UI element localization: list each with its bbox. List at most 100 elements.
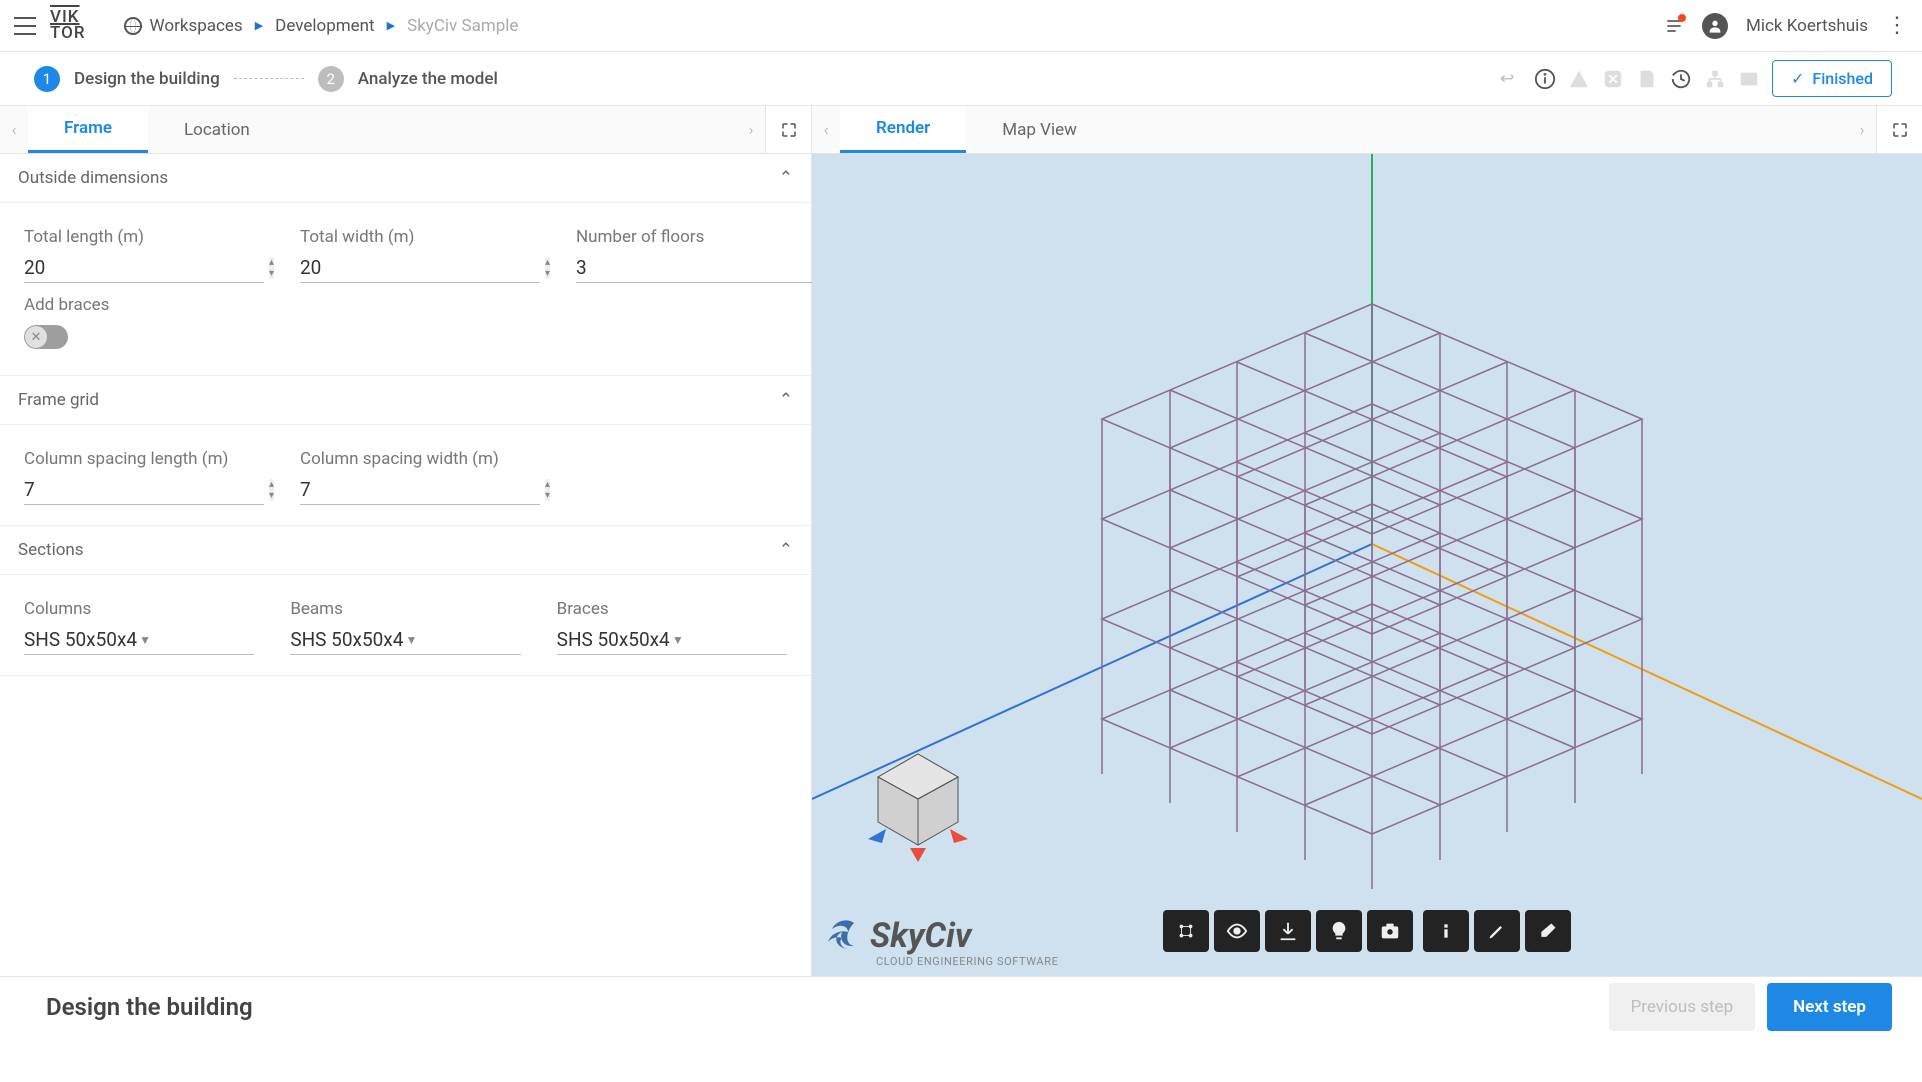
error-icon[interactable] [1602, 68, 1624, 90]
num-floors-field: Number of floors ▴▾ [576, 227, 816, 283]
total-width-input[interactable]: ▴▾ [300, 253, 540, 283]
column-spacing-width-input[interactable]: ▴▾ [300, 475, 540, 505]
column-spacing-length-input[interactable]: ▴▾ [24, 475, 264, 505]
page-title: Design the building [46, 993, 253, 1021]
canvas-toolbar [1163, 910, 1571, 952]
step-1-badge[interactable]: 1 [34, 66, 60, 92]
column-spacing-width-field: Column spacing width (m) ▴▾ [300, 449, 540, 505]
visibility-button[interactable] [1214, 910, 1260, 952]
spinner-icon[interactable]: ▴▾ [269, 257, 274, 279]
breadcrumb-sample[interactable]: SkyCiv Sample [407, 16, 518, 36]
spinner-icon[interactable]: ▴▾ [545, 479, 550, 501]
topbar: VIKTOR Workspaces ▶ Development ▶ SkyCiv… [0, 0, 1922, 52]
tab-prev-icon[interactable]: ‹ [812, 106, 840, 153]
chevron-up-icon: ⌃ [779, 390, 793, 410]
skyciv-tagline: CLOUD ENGINEERING SOFTWARE [876, 955, 1058, 968]
tab-next-icon[interactable]: › [1848, 106, 1876, 153]
erase-button[interactable] [1525, 910, 1571, 952]
warning-icon[interactable] [1568, 68, 1590, 90]
caret-down-icon: ▼ [139, 633, 254, 647]
tab-next-icon[interactable]: › [737, 106, 765, 153]
braces-select[interactable]: SHS 50x50x4▼ [557, 625, 787, 655]
breadcrumb-development[interactable]: Development [275, 16, 374, 36]
left-tabs: ‹ Frame Location › [0, 106, 811, 154]
chevron-right-icon: ▶ [255, 19, 263, 32]
user-name[interactable]: Mick Koertshuis [1746, 16, 1868, 36]
avatar-icon[interactable] [1702, 13, 1728, 39]
expand-left-icon[interactable] [765, 106, 811, 153]
info-button[interactable] [1423, 910, 1469, 952]
field-label: Braces [557, 599, 787, 619]
info-icon[interactable] [1534, 68, 1556, 90]
section-label: Frame grid [18, 390, 99, 410]
field-label: Number of floors [576, 227, 816, 247]
breadcrumb: Workspaces ▶ Development ▶ SkyCiv Sample [124, 16, 519, 36]
skyciv-logo: SkyCiv [824, 916, 972, 956]
step-1-label[interactable]: Design the building [74, 69, 220, 89]
spinner-icon[interactable]: ▴▾ [269, 479, 274, 501]
right-pane: ‹ Render Map View › [812, 106, 1922, 976]
history-icon[interactable] [1670, 68, 1692, 90]
tree-icon[interactable] [1704, 68, 1726, 90]
beams-field: Beams SHS 50x50x4▼ [290, 599, 520, 655]
columns-field: Columns SHS 50x50x4▼ [24, 599, 254, 655]
image-icon[interactable] [1738, 68, 1760, 90]
menu-icon[interactable] [14, 17, 36, 35]
right-tabs: ‹ Render Map View › [812, 106, 1922, 154]
field-label: Column spacing width (m) [300, 449, 540, 469]
add-braces-toggle[interactable]: ✕ [24, 325, 68, 349]
check-icon: ✓ [1791, 69, 1804, 88]
orientation-cube[interactable] [858, 744, 978, 864]
tab-map-view[interactable]: Map View [966, 106, 1113, 153]
total-length-field: Total length (m) ▴▾ [24, 227, 264, 283]
section-label: Sections [18, 540, 84, 560]
more-icon[interactable]: ⋮ [1886, 13, 1908, 38]
previous-step-button: Previous step [1609, 983, 1756, 1031]
num-floors-input[interactable]: ▴▾ [576, 253, 816, 283]
structure-wireframe [812, 154, 1922, 976]
chevron-up-icon: ⌃ [779, 540, 793, 560]
tab-render[interactable]: Render [840, 106, 966, 153]
tab-location[interactable]: Location [148, 106, 286, 153]
edit-button[interactable] [1474, 910, 1520, 952]
add-braces-label: Add braces [24, 295, 787, 315]
section-sections[interactable]: Sections ⌃ [0, 526, 811, 575]
chevron-right-icon: ▶ [387, 19, 395, 32]
spinner-icon[interactable]: ▴▾ [545, 257, 550, 279]
render-viewport[interactable]: SkyCiv CLOUD ENGINEERING SOFTWARE [812, 154, 1922, 976]
view-labels-button[interactable] [1163, 910, 1209, 952]
total-width-field: Total width (m) ▴▾ [300, 227, 540, 283]
screenshot-button[interactable] [1367, 910, 1413, 952]
field-label: Beams [290, 599, 520, 619]
tab-frame[interactable]: Frame [28, 106, 148, 153]
column-spacing-length-field: Column spacing length (m) ▴▾ [24, 449, 264, 505]
chevron-up-icon: ⌃ [779, 168, 793, 188]
save-icon[interactable] [1636, 68, 1658, 90]
section-label: Outside dimensions [18, 168, 168, 188]
footer: Design the building Previous step Next s… [0, 976, 1922, 1036]
next-step-button[interactable]: Next step [1767, 983, 1892, 1031]
toggle-knob: ✕ [25, 326, 47, 348]
globe-icon [124, 17, 142, 35]
field-label: Total width (m) [300, 227, 540, 247]
notifications-icon[interactable] [1664, 16, 1684, 36]
logo[interactable]: VIKTOR [50, 10, 86, 41]
step-2-label[interactable]: Analyze the model [358, 69, 498, 89]
columns-select[interactable]: SHS 50x50x4▼ [24, 625, 254, 655]
section-outside-dimensions[interactable]: Outside dimensions ⌃ [0, 154, 811, 203]
total-length-input[interactable]: ▴▾ [24, 253, 264, 283]
field-label: Columns [24, 599, 254, 619]
step-2-badge[interactable]: 2 [318, 66, 344, 92]
light-button[interactable] [1316, 910, 1362, 952]
field-label: Column spacing length (m) [24, 449, 264, 469]
undo-icon[interactable]: ↩ [1500, 69, 1522, 89]
finished-button[interactable]: ✓Finished [1772, 60, 1892, 97]
tab-prev-icon[interactable]: ‹ [0, 106, 28, 153]
download-button[interactable] [1265, 910, 1311, 952]
step-divider [234, 78, 304, 79]
breadcrumb-workspaces[interactable]: Workspaces [124, 16, 243, 36]
expand-right-icon[interactable] [1876, 106, 1922, 153]
field-label: Total length (m) [24, 227, 264, 247]
beams-select[interactable]: SHS 50x50x4▼ [290, 625, 520, 655]
section-frame-grid[interactable]: Frame grid ⌃ [0, 376, 811, 425]
